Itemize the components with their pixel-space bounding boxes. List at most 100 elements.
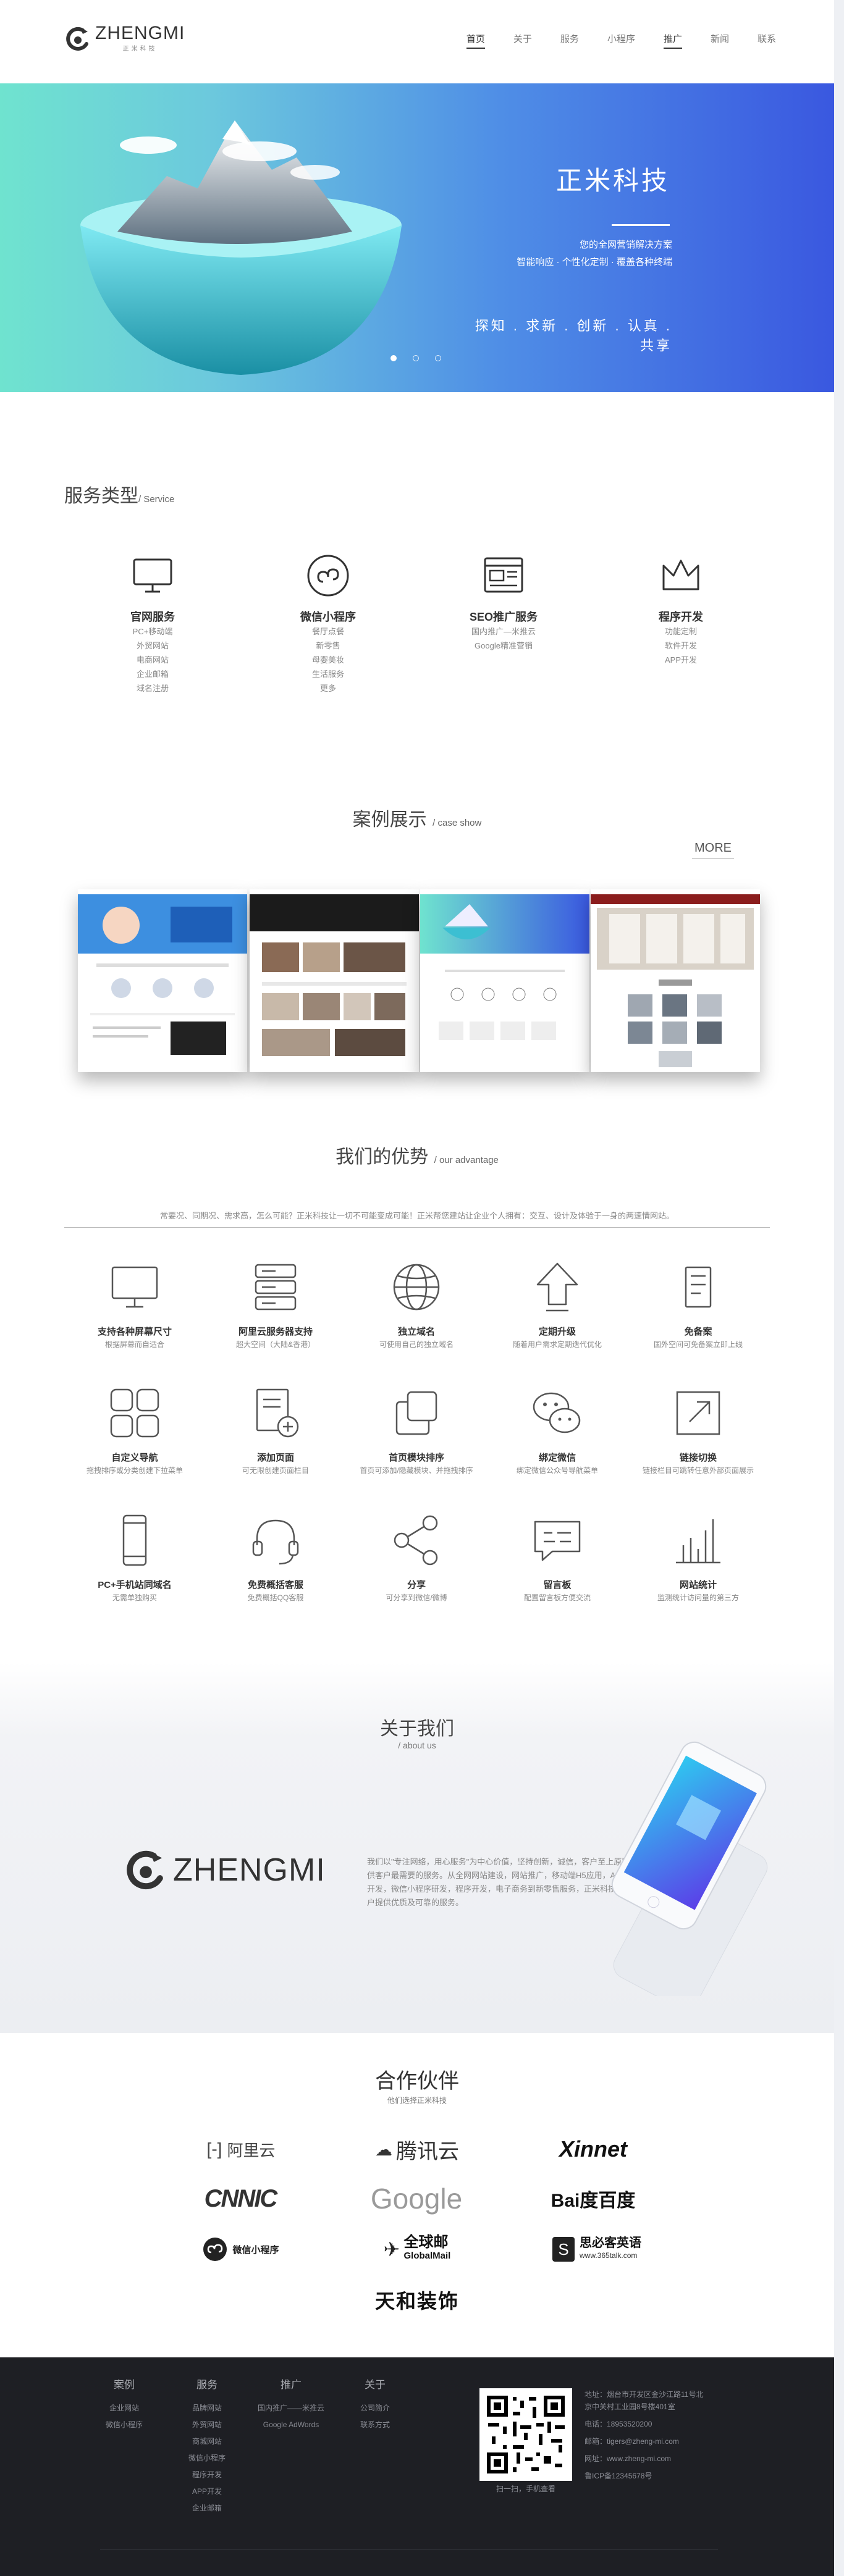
logo-mark-icon [127,1850,163,1889]
advantage-item: 独立域名 可使用自己的独立域名 [355,1257,478,1349]
hero-banner[interactable]: 正米科技 您的全网营销解决方案 智能响应 · 个性化定制 · 覆盖各种终端 探知… [0,83,834,392]
case-card-2[interactable] [250,889,419,1072]
qr-code [479,2388,572,2481]
about-section: 关于我们 / about us ZHENGMI 我们以"专注网络，用心服务"为中… [0,1663,834,2033]
footer-col-services: 服务 品牌网站 外贸网站 商城网站 微信小程序 程序开发 APP开发 企业邮箱 [167,2376,247,2517]
scrollbar-track[interactable] [834,0,844,2576]
logo-name: ZHENGMI [95,23,185,43]
phone-mockup-image [611,1741,768,1996]
case-thumbnail-4 [591,889,760,1072]
nav-promotion[interactable]: 推广 [663,32,682,49]
server-icon [255,1264,297,1311]
message-board-icon [534,1521,581,1561]
arrow-up-icon [536,1262,578,1312]
more-cases-link[interactable]: MORE [692,841,734,858]
nav-news[interactable]: 新闻 [711,32,729,49]
nav-services[interactable]: 服务 [560,32,579,49]
service-development[interactable]: 程序开发 功能定制 软件开发 APP开发 [613,550,749,667]
mobile-icon [122,1514,147,1566]
partner-sibike-logo[interactable]: S 思必客英语 www.365talk.com [541,2231,652,2268]
partner-tianhe-logo[interactable]: 天和装饰 [358,2281,476,2318]
qr-caption: 扫一扫，手机查看 [496,2485,555,2493]
nav-about[interactable]: 关于 [513,32,532,49]
carousel-dots [390,355,441,361]
footer-link[interactable]: 微信小程序 [84,2417,164,2433]
footer-col-about: 关于 公司简介 联系方式 [335,2376,415,2433]
banner-title: 正米科技 [556,166,670,196]
mini-program-icon [203,2238,227,2261]
service-seo[interactable]: SEO推广服务 国内推广—米推云 Google精准营销 [436,550,572,653]
footer-col-promotion: 推广 国内推广——米推云 Google AdWords [251,2376,331,2433]
advantage-item: 免费概括客服 免费概括QQ客服 [214,1511,337,1603]
partner-baidu-logo[interactable]: Bai度百度 [544,2180,643,2217]
logo-subtitle: 正米科技 [122,46,158,52]
footer-link[interactable]: 微信小程序 [167,2450,247,2467]
carousel-dot-2[interactable] [413,355,419,361]
partner-tencent-cloud-logo[interactable]: ☁ 腾讯云 [358,2131,476,2168]
advantage-item: 支持各种屏幕尺寸 根据屏幕而自适合 [73,1257,196,1349]
crown-icon [662,560,699,590]
service-name: 微信小程序 [300,611,356,623]
browser-window-icon [484,557,523,593]
floating-island-image [80,120,402,375]
footer-link[interactable]: 程序开发 [167,2467,247,2483]
case-card-4[interactable] [591,889,760,1072]
logo-mark-icon [66,27,88,51]
partners-heading: 合作伙伴 [375,2069,459,2094]
wechat-icon [533,1392,581,1433]
partner-globalmail-logo[interactable]: ✈ 全球邮 GlobalMail [358,2231,476,2268]
advantage-item: 绑定微信 绑定微信公众号导航菜单 [496,1383,619,1475]
advantage-item: 阿里云服务器支持 超大空间（大陆&香港） [214,1257,337,1349]
partner-wechat-miniprogram-logo[interactable]: 微信小程序 [185,2231,297,2268]
site-logo[interactable]: ZHENGMI 正米科技 [64,23,185,52]
advantage-item: 定期升级 随着用户需求定期迭代优化 [496,1257,619,1349]
nav-contact[interactable]: 联系 [757,32,776,49]
partner-cnnic-logo[interactable]: CNNIC [183,2180,298,2217]
monitor-icon [111,1266,158,1308]
page-root: ZHENGMI 正米科技 首页 关于 服务 小程序 推广 新闻 联系 正米科技 … [0,0,844,2576]
qr-code-pattern [484,2393,567,2476]
footer-link[interactable]: 企业邮箱 [167,2500,247,2517]
advantage-item: 网站统计 监测统计访问量的第三方 [636,1511,760,1603]
footer-link[interactable]: 商城网站 [167,2433,247,2450]
banner-slogan: 探知 . 求新 . 创新 . 认真 . 共享 [475,318,672,353]
banner-divider [612,224,670,226]
partner-google-logo[interactable]: Google [355,2180,478,2217]
footer-link[interactable]: APP开发 [167,2483,247,2500]
nav-mini-program[interactable]: 小程序 [607,32,635,49]
site-header: ZHENGMI 正米科技 首页 关于 服务 小程序 推广 新闻 联系 [0,0,844,83]
case-thumbnail-1 [78,889,247,1072]
service-mini-program[interactable]: 微信小程序 餐厅点餐 新零售 母婴美妆 生活服务 更多 [260,550,396,695]
globe-icon [393,1264,440,1311]
partner-aliyun-logo[interactable]: [-] 阿里云 [185,2131,297,2168]
share-icon [394,1515,438,1566]
footer-link[interactable]: 企业网站 [84,2400,164,2417]
advantage-item: 自定义导航 拖拽排序或分类创建下拉菜单 [73,1383,196,1475]
mini-program-icon [307,555,349,597]
nav-home[interactable]: 首页 [466,32,485,49]
external-link-icon [676,1391,720,1435]
service-name: 程序开发 [659,611,703,623]
footer-link[interactable]: Google AdWords [251,2417,331,2433]
carousel-dot-1[interactable] [390,355,397,361]
case-card-3[interactable] [420,889,589,1072]
footer-link[interactable]: 国内推广——米推云 [251,2400,331,2417]
case-thumbnail-3 [420,889,589,1072]
footer-link[interactable]: 联系方式 [335,2417,415,2433]
banner-subtitle-1: 您的全网营销解决方案 [579,240,672,250]
carousel-dot-3[interactable] [435,355,441,361]
copy-blocks-icon [395,1391,437,1435]
footer-link[interactable]: 外贸网站 [167,2417,247,2433]
footer-link[interactable]: 品牌网站 [167,2400,247,2417]
advantages-heading: 我们的优势 / our advantage [335,1146,499,1168]
advantage-item: 添加页面 可无限创建页面栏目 [214,1383,337,1475]
advantage-item: PC+手机站同域名 无需单独购买 [73,1511,196,1603]
partner-xinnet-logo[interactable]: Xinnet [544,2131,643,2168]
site-footer: 案例 企业网站 微信小程序 服务 品牌网站 外贸网站 商城网站 微信小程序 程序… [0,2357,834,2576]
advantage-item: 链接切换 链接栏目可跳转任意外部页面展示 [636,1383,760,1475]
add-page-icon [256,1388,299,1438]
footer-link[interactable]: 公司简介 [335,2400,415,2417]
service-website[interactable]: 官网服务 PC+移动端 外贸网站 电商网站 企业邮箱 域名注册 [85,550,221,695]
service-name: SEO推广服务 [469,611,538,623]
case-card-1[interactable] [78,889,247,1072]
